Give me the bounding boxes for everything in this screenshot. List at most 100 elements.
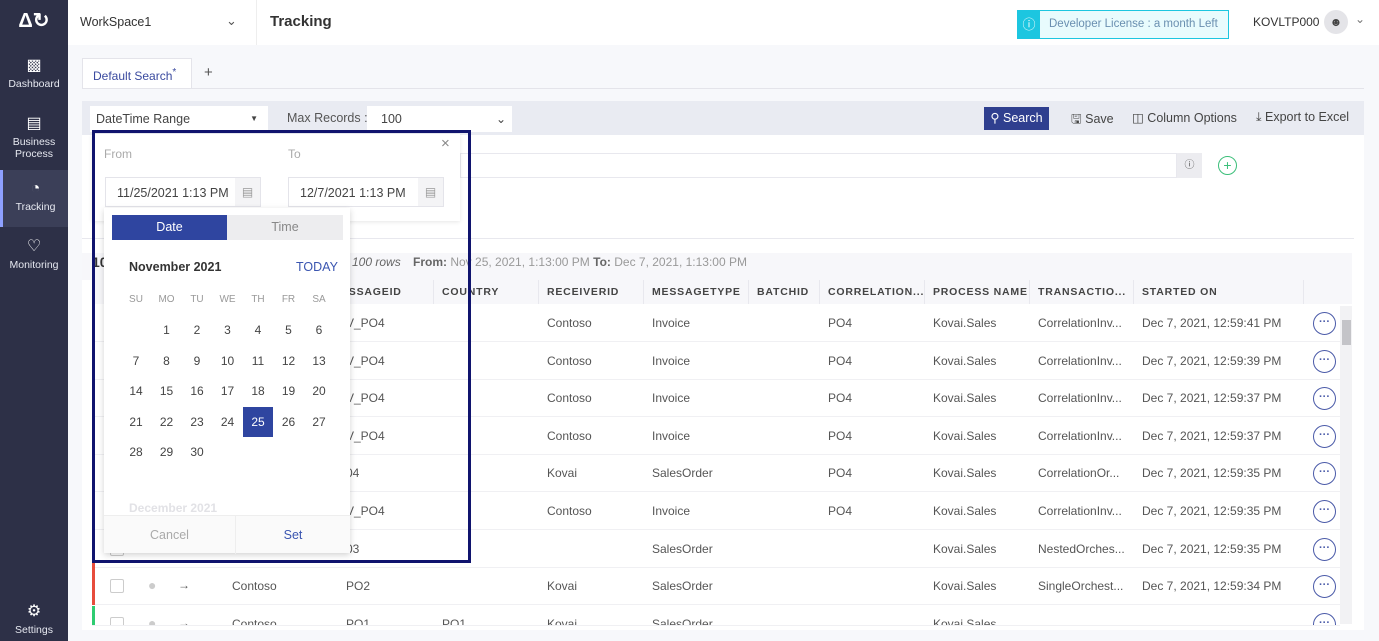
more-actions-icon[interactable]: ··· [1313, 424, 1336, 448]
more-actions-icon[interactable]: ··· [1313, 612, 1336, 625]
calendar-day[interactable]: 1 [152, 315, 182, 345]
calendar-day[interactable]: 9 [182, 346, 212, 376]
avatar[interactable]: ☻ [1324, 10, 1348, 34]
weekday-label: FR [281, 294, 296, 305]
calendar-day[interactable]: 26 [274, 407, 304, 437]
cell-receiverid: Contoso [547, 353, 592, 368]
table-scrollbar[interactable] [1340, 306, 1352, 624]
calendar-day[interactable]: 12 [274, 346, 304, 376]
workspace-selector[interactable]: WorkSpace1 [80, 15, 151, 29]
set-button[interactable]: Set [236, 516, 350, 554]
row-checkbox[interactable] [110, 579, 124, 594]
to-label: To: [593, 255, 611, 269]
today-button[interactable]: TODAY [296, 260, 338, 274]
calendar-day[interactable]: 10 [213, 346, 243, 376]
column-header[interactable]: MESSAGETYPE [644, 280, 749, 304]
tab-time[interactable]: Time [227, 215, 343, 240]
more-actions-icon[interactable]: ··· [1313, 349, 1336, 373]
add-tab-button[interactable]: + [204, 64, 213, 81]
calendar-day[interactable]: 27 [304, 407, 334, 437]
to-date-input[interactable]: 12/7/2021 1:13 PM ▤ [288, 177, 444, 207]
row-checkbox[interactable] [110, 616, 124, 625]
filter-query-input[interactable] [460, 153, 1177, 178]
calendar-day[interactable]: 24 [213, 407, 243, 437]
table-row[interactable]: ● → Contoso PO1 PO1 Kovai SalesOrder Kovai.Sa… [92, 605, 1340, 626]
calendar-icon[interactable]: ▤ [235, 178, 260, 206]
export-excel-button[interactable]: ⤓ Export to Excel [1256, 110, 1349, 125]
calendar-day[interactable]: 16 [182, 376, 212, 406]
cell-sender: Contoso [232, 579, 277, 594]
more-actions-icon[interactable]: ··· [1313, 462, 1336, 486]
calendar-day[interactable]: 13 [304, 346, 334, 376]
cell-messageid: V_PO4 [346, 391, 385, 406]
calendar-day[interactable]: 19 [274, 376, 304, 406]
calendar-day[interactable]: 4 [243, 315, 273, 345]
sidebar-item-dashboard[interactable]: ▩ Dashboard [0, 57, 68, 90]
calendar-day[interactable]: 23 [182, 407, 212, 437]
column-header[interactable]: COUNTRY [434, 280, 539, 304]
sidebar-item-monitoring[interactable]: ♡ Monitoring [0, 238, 68, 271]
from-date-input[interactable]: 11/25/2021 1:13 PM ▤ [105, 177, 261, 207]
cell-messagetype: Invoice [652, 391, 691, 406]
calendar-day[interactable]: 22 [152, 407, 182, 437]
status-indicator [92, 455, 95, 493]
sidebar-item-business-process[interactable]: ▤ Business Process [0, 115, 68, 160]
calendar-day[interactable]: 8 [152, 346, 182, 376]
calendar-day-selected[interactable]: 25 [243, 406, 273, 437]
calendar-day[interactable]: 28 [121, 437, 151, 467]
filter-type-select[interactable]: DateTime Range ▼ [90, 106, 268, 132]
calendar-day[interactable]: 7 [121, 346, 151, 376]
table-row[interactable]: ● → Contoso PO2 Kovai SalesOrder Kovai.Sales… [92, 568, 1340, 606]
cell-receiverid: Contoso [547, 316, 592, 330]
column-header[interactable]: RECEIVERID [539, 280, 644, 304]
column-header[interactable]: CORRELATION... [820, 280, 925, 304]
calendar-day[interactable]: 5 [274, 315, 304, 345]
chevron-down-icon: ⌄ [495, 112, 506, 126]
column-header[interactable]: STARTED ON [1134, 280, 1304, 304]
column-header[interactable]: PROCESS NAME [925, 280, 1030, 304]
cell-sender: Contoso [232, 616, 277, 626]
calendar-day[interactable]: 29 [152, 437, 182, 467]
tab-default-search[interactable]: Default Search* [82, 58, 192, 88]
cell-started: Dec 7, 2021, 12:59:37 PM [1142, 428, 1282, 443]
more-actions-icon[interactable]: ··· [1313, 575, 1336, 599]
scrollbar-thumb[interactable] [1342, 320, 1351, 345]
column-options-button[interactable]: ◫ Column Options [1132, 110, 1237, 125]
status-indicator [92, 305, 95, 342]
more-actions-icon[interactable]: ··· [1313, 312, 1336, 335]
status-indicator [92, 342, 95, 380]
cancel-button[interactable]: Cancel [104, 516, 236, 554]
search-icon: ⚲ [990, 111, 1004, 125]
calendar-day[interactable]: 17 [213, 376, 243, 406]
calendar-day[interactable]: 6 [304, 315, 334, 345]
user-menu-chevron-icon[interactable]: ⌄ [1355, 12, 1365, 26]
more-actions-icon[interactable]: ··· [1313, 537, 1336, 561]
save-button[interactable]: 🖫 Save [1071, 110, 1114, 131]
add-filter-icon[interactable]: + [1218, 156, 1237, 175]
column-header[interactable]: BATCHID [749, 280, 820, 304]
calendar-icon[interactable]: ▤ [418, 178, 443, 206]
max-records-select[interactable]: 100 ⌄ [367, 106, 512, 132]
more-actions-icon[interactable]: ··· [1313, 387, 1336, 411]
sidebar-item-tracking[interactable]: ◔ Tracking [0, 170, 68, 227]
calendar-day[interactable]: 21 [121, 407, 151, 437]
tab-date[interactable]: Date [112, 215, 227, 240]
close-icon[interactable]: × [441, 135, 450, 152]
calendar-day[interactable]: 14 [121, 376, 151, 406]
calendar-day[interactable]: 3 [213, 315, 243, 345]
calendar-day[interactable]: 11 [243, 346, 273, 376]
chevron-down-icon[interactable]: ⌄ [226, 13, 237, 29]
calendar-day[interactable]: 2 [182, 315, 212, 345]
calendar-day[interactable]: 15 [152, 376, 182, 406]
cell-started: Dec 7, 2021, 12:59:39 PM [1142, 353, 1282, 368]
calendar-day[interactable]: 30 [182, 437, 212, 467]
search-button[interactable]: ⚲ Search [984, 107, 1049, 130]
calendar-day[interactable]: 20 [304, 376, 334, 406]
sidebar-item-settings[interactable]: ⚙ Settings [0, 603, 68, 636]
calendar-day[interactable]: 18 [243, 376, 273, 406]
cell-correlation: PO4 [828, 391, 853, 406]
cell-transaction: CorrelationOr... [1038, 466, 1120, 481]
help-icon[interactable]: ⓘ [1177, 153, 1202, 178]
column-header[interactable]: TRANSACTIO... [1030, 280, 1134, 304]
more-actions-icon[interactable]: ··· [1313, 500, 1336, 523]
